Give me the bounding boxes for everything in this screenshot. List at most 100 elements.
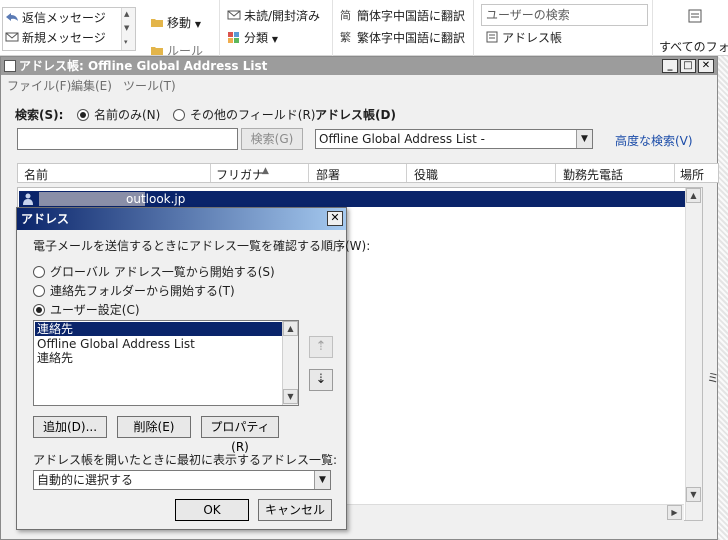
menu-bar: ファイル(F) 編集(E) ツール(T)	[1, 76, 717, 94]
svg-text:繁: 繁	[340, 31, 351, 43]
results-vertical-scrollbar[interactable]: ▲ ▼	[685, 188, 702, 520]
column-divider	[308, 164, 309, 182]
address-book-icon	[4, 60, 16, 72]
translate-traditional-button[interactable]: 繁繁体字中国語に翻訳	[340, 29, 465, 47]
radio-start-contacts-label: 連絡先フォルダーから開始する(T)	[50, 284, 235, 298]
advanced-find-link[interactable]: 高度な検索(V)	[615, 132, 693, 149]
dropdown-arrow-icon: ▼	[271, 35, 278, 44]
column-divider	[555, 164, 556, 182]
radio-other-fields-label: その他のフィールド(R)	[190, 108, 316, 122]
addressing-dialog: アドレス ✕ 電子メールを送信するときにアドレス一覧を確認する順序(W): グロ…	[16, 207, 370, 530]
new-message-label: 新規メッセージ	[22, 31, 106, 45]
remove-list-button[interactable]: 削除(E)	[117, 416, 191, 438]
rules-button[interactable]: ルール	[150, 42, 203, 56]
reply-message-quickstep[interactable]: 返信メッセージ	[5, 9, 106, 27]
column-title[interactable]: 役職	[414, 166, 438, 183]
move-button[interactable]: 移動 ▼	[150, 14, 201, 32]
menu-tools[interactable]: ツール(T)	[123, 77, 176, 94]
search-people-input[interactable]: ユーザーの検索	[481, 4, 648, 26]
address-book-label: アドレス帳	[502, 31, 563, 45]
svg-text:简: 简	[340, 9, 351, 21]
maximize-button[interactable]: □	[680, 59, 696, 73]
close-button[interactable]: ✕	[698, 59, 714, 73]
translate-simplified-button[interactable]: 简簡体字中国語に翻訳	[340, 7, 465, 25]
sort-ascending-icon: ▲	[262, 166, 269, 176]
address-book-icon	[485, 30, 499, 43]
search-input[interactable]	[17, 128, 238, 150]
radio-unchecked-icon	[33, 285, 45, 297]
arrow-up-icon: ⇡	[315, 339, 327, 354]
address-book-select[interactable]: Offline Global Address List - ▼	[315, 129, 593, 149]
radio-custom[interactable]: ユーザー設定(C)	[33, 301, 140, 318]
categorize-label: 分類	[244, 31, 269, 45]
radio-name-only[interactable]: 名前のみ(N)	[77, 106, 160, 123]
dialog-title: アドレス	[21, 212, 70, 226]
list-scrollbar[interactable]: ▲ ▼	[282, 321, 298, 405]
address-book-button[interactable]: アドレス帳	[485, 29, 562, 47]
search-label: 検索(S):	[15, 108, 64, 122]
outlook-ribbon: 返信メッセージ 新規メッセージ ▲ ▼ ▾ 移動 ▼ ルール 未読/開封済み 分…	[0, 0, 728, 56]
column-department[interactable]: 部署	[316, 166, 340, 183]
address-list-order[interactable]: 連絡先 Offline Global Address List 連絡先 ▲ ▼	[33, 320, 299, 406]
address-book-titlebar[interactable]: アドレス帳: Offline Global Address List _ □ ✕	[1, 57, 717, 75]
results-column-header: 名前 フリガナ ▲ 部署 役職 勤務先電話 場所	[17, 163, 719, 183]
list-item[interactable]: 連絡先	[35, 322, 282, 336]
translate-traditional-label: 繁体字中国語に翻訳	[357, 31, 466, 45]
table-row[interactable]: outlook.jp	[19, 191, 685, 207]
ok-button[interactable]: OK	[175, 499, 249, 521]
scroll-right-icon[interactable]: ▶	[667, 505, 682, 520]
unread-read-label: 未読/開封済み	[244, 9, 321, 23]
add-list-button[interactable]: 追加(D)...	[33, 416, 107, 438]
expand-icon[interactable]: ▾	[124, 38, 128, 46]
scroll-up-icon[interactable]: ▲	[283, 321, 298, 336]
column-location[interactable]: 場所	[680, 166, 704, 183]
startup-list-value: 自動的に選択する	[37, 473, 134, 487]
contact-person-icon	[23, 193, 33, 205]
unread-read-button[interactable]: 未読/開封済み	[227, 7, 320, 25]
scroll-down-icon[interactable]: ▼	[283, 389, 298, 404]
cancel-button[interactable]: キャンセル	[258, 499, 332, 521]
scroll-down-icon[interactable]: ▼	[686, 487, 701, 502]
dialog-titlebar[interactable]: アドレス ✕	[17, 208, 346, 230]
radio-other-fields[interactable]: その他のフィールド(R)	[173, 106, 315, 123]
list-item[interactable]: 連絡先	[35, 351, 282, 365]
list-item[interactable]: Offline Global Address List	[35, 337, 282, 351]
menu-file[interactable]: ファイル(F)	[7, 77, 71, 94]
startup-list-select[interactable]: 自動的に選択する ▼	[33, 470, 331, 490]
new-message-quickstep[interactable]: 新規メッセージ	[5, 29, 106, 47]
radio-start-contacts[interactable]: 連絡先フォルダーから開始する(T)	[33, 282, 235, 299]
scroll-up-icon[interactable]: ▲	[124, 10, 129, 18]
folder-move-icon	[150, 15, 164, 27]
quick-steps-gallery[interactable]: 返信メッセージ 新規メッセージ ▲ ▼ ▾	[2, 7, 136, 51]
quick-steps-scrollbar[interactable]: ▲ ▼ ▾	[121, 8, 135, 50]
chevron-down-icon[interactable]: ▼	[314, 471, 330, 489]
chevron-down-icon[interactable]: ▼	[576, 130, 592, 148]
radio-unchecked-icon	[33, 266, 45, 278]
envelope-icon	[227, 8, 241, 20]
search-go-button[interactable]: 検索(G)	[241, 128, 303, 150]
reply-message-label: 返信メッセージ	[22, 11, 106, 25]
column-furigana[interactable]: フリガナ	[216, 166, 264, 183]
scroll-down-icon[interactable]: ▼	[124, 24, 129, 32]
contact-email: outlook.jp	[126, 192, 186, 206]
move-up-button[interactable]: ⇡	[309, 336, 333, 358]
move-down-button[interactable]: ⇣	[309, 369, 333, 391]
column-name[interactable]: 名前	[24, 166, 48, 183]
translate-group: 简簡体字中国語に翻訳 繁繁体字中国語に翻訳	[334, 0, 474, 56]
radio-checked-icon	[33, 304, 45, 316]
minimize-button[interactable]: _	[662, 59, 678, 73]
radio-checked-icon	[77, 109, 89, 121]
menu-edit[interactable]: 編集(E)	[71, 77, 112, 94]
window-title: アドレス帳: Offline Global Address List	[19, 59, 268, 73]
all-folders-button[interactable]: すべてのフォル	[659, 38, 728, 56]
categorize-button[interactable]: 分類 ▼	[227, 29, 278, 47]
scroll-up-icon[interactable]: ▲	[686, 188, 701, 203]
background-reading-pane	[718, 56, 728, 540]
properties-button[interactable]: プロパティ(R)	[201, 416, 279, 454]
column-business-phone[interactable]: 勤務先電話	[563, 166, 623, 183]
radio-start-gal[interactable]: グローバル アドレス一覧から開始する(S)	[33, 263, 275, 280]
dialog-close-button[interactable]: ✕	[327, 211, 343, 226]
move-group: 移動 ▼ ルール	[140, 0, 220, 56]
folder-icon	[150, 43, 164, 55]
column-divider	[674, 164, 675, 182]
